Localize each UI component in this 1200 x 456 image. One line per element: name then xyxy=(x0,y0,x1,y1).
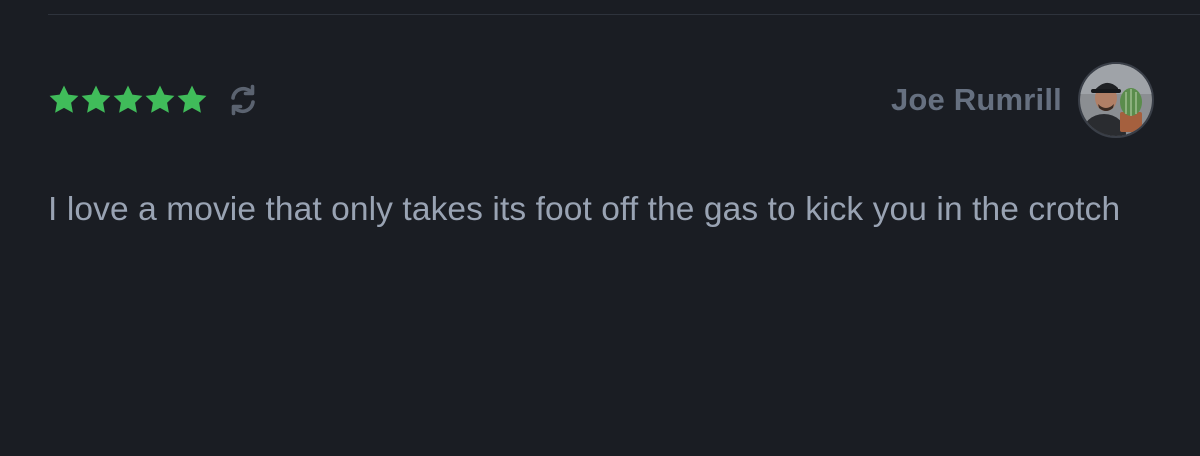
star-icon xyxy=(112,84,144,116)
avatar[interactable] xyxy=(1078,62,1154,138)
star-icon xyxy=(48,84,80,116)
rewatch-icon xyxy=(226,83,260,117)
section-divider xyxy=(48,14,1200,15)
review-text: I love a movie that only takes its foot … xyxy=(48,191,1121,228)
reviewer[interactable]: Joe Rumrill xyxy=(891,62,1154,138)
rating-row xyxy=(48,83,260,117)
star-rating xyxy=(48,84,208,116)
star-icon xyxy=(144,84,176,116)
star-icon xyxy=(176,84,208,116)
star-icon xyxy=(80,84,112,116)
review-header: Joe Rumrill xyxy=(48,62,1154,138)
reviewer-name[interactable]: Joe Rumrill xyxy=(891,82,1062,118)
